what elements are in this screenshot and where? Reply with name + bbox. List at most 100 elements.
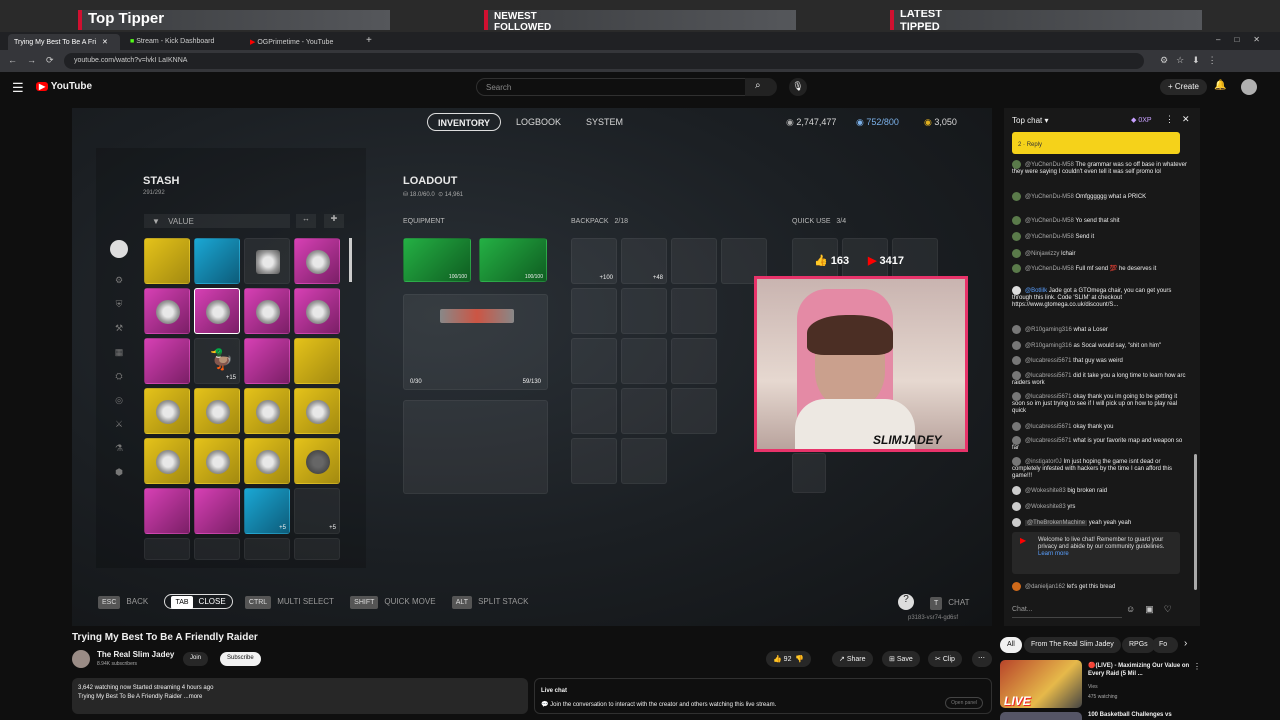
stash-slot[interactable] bbox=[294, 238, 340, 284]
stash-slot[interactable] bbox=[294, 388, 340, 434]
backpack-slot[interactable] bbox=[671, 338, 717, 384]
search-input[interactable]: Search bbox=[476, 78, 776, 96]
grid-category-icon[interactable] bbox=[110, 240, 128, 258]
chat-message[interactable]: @YuChenDu-M58 The grammar was so off bas… bbox=[1012, 160, 1188, 176]
stash-slot[interactable] bbox=[194, 388, 240, 434]
backpack-slot[interactable] bbox=[671, 288, 717, 334]
stash-slot[interactable] bbox=[244, 438, 290, 484]
chat-message[interactable]: @Botlilk Jade got a GTOmega chair, you c… bbox=[1012, 286, 1188, 309]
save-button[interactable]: ⊞ Save bbox=[882, 651, 920, 667]
channel-avatar[interactable] bbox=[72, 650, 90, 668]
equipment-slot-shield[interactable]: 100/100 bbox=[479, 238, 547, 282]
collapse-button[interactable]: ↔ bbox=[296, 214, 316, 228]
stash-slot[interactable] bbox=[144, 238, 190, 284]
join-button[interactable]: Join bbox=[183, 652, 209, 666]
weapon-slot-1[interactable]: 0/30 59/130 bbox=[403, 294, 548, 390]
video-player[interactable]: INVENTORY LOGBOOK SYSTEM ◉ 2,747,477 ◉ 7… bbox=[72, 108, 992, 626]
chat-actions[interactable]: ☺▣♡ bbox=[1126, 604, 1182, 615]
backpack-slot[interactable] bbox=[571, 388, 617, 434]
chat-message[interactable]: @TheBrokenMachine yeah yeah yeah bbox=[1012, 518, 1188, 527]
close-button[interactable]: TAB CLOSE bbox=[164, 594, 233, 609]
weapon-slot-2[interactable] bbox=[403, 400, 548, 494]
bell-icon[interactable]: 🔔 bbox=[1214, 80, 1226, 91]
points-badge[interactable]: ◆ 0XP bbox=[1131, 116, 1152, 124]
stash-slot[interactable] bbox=[244, 238, 290, 284]
stash-slot[interactable] bbox=[194, 538, 240, 560]
stash-slot[interactable] bbox=[144, 388, 190, 434]
browser-tab-1[interactable]: Trying My Best To Be A Fri ✕ bbox=[8, 34, 120, 50]
stash-slot[interactable] bbox=[244, 288, 290, 334]
chat-message[interactable]: @YuChenDu-M58 Omfgggggg what a PRICK bbox=[1012, 192, 1188, 201]
chat-message[interactable]: @YuChenDu-M58 Full mf send 💯 he deserves… bbox=[1012, 264, 1188, 273]
chat-message[interactable]: @Wokeshite83 yrs bbox=[1012, 502, 1188, 511]
chat-control[interactable]: T CHAT bbox=[930, 597, 969, 610]
chat-input[interactable]: Chat... bbox=[1012, 604, 1122, 618]
stash-slot[interactable] bbox=[294, 288, 340, 334]
menu-icon[interactable]: ☰ bbox=[12, 80, 24, 96]
browser-tab-3[interactable]: ▶ OGPrimetime - YouTube bbox=[244, 34, 360, 50]
chat-menu-icon[interactable]: ⋮ bbox=[1165, 114, 1174, 125]
stash-slot[interactable] bbox=[144, 288, 190, 334]
expand-button[interactable]: ✚ bbox=[324, 214, 344, 228]
chip-all[interactable]: All bbox=[1000, 637, 1022, 653]
backpack-slot[interactable]: +100 bbox=[571, 238, 617, 284]
backpack-slot[interactable] bbox=[571, 338, 617, 384]
chat-message[interactable]: @lucabressi5671 that guy was weird bbox=[1012, 356, 1188, 365]
chat-message[interactable]: @instigator0J Im just hoping the game is… bbox=[1012, 457, 1188, 480]
stash-slot[interactable] bbox=[144, 438, 190, 484]
chat-message[interactable]: @YuChenDu-M58 Send it bbox=[1012, 232, 1188, 241]
new-tab-icon[interactable]: + bbox=[366, 35, 372, 46]
chip-rpgs[interactable]: RPGs bbox=[1122, 637, 1155, 653]
safe-pocket-slot[interactable] bbox=[792, 453, 826, 493]
share-button[interactable]: ↗ Share bbox=[832, 651, 873, 667]
nav-arrows-icon[interactable]: ←→⟳ bbox=[8, 55, 64, 66]
chip-more[interactable]: Fo bbox=[1152, 637, 1178, 653]
chat-message[interactable]: @YuChenDu-M58 Yo send that shit bbox=[1012, 216, 1188, 225]
sort-dropdown[interactable]: ▼ VALUE bbox=[144, 214, 290, 228]
create-button[interactable]: + Create bbox=[1160, 79, 1207, 95]
stash-slot[interactable] bbox=[144, 338, 190, 384]
avatar[interactable] bbox=[1241, 79, 1257, 95]
chat-message[interactable]: @Ninjawizzy lchair bbox=[1012, 249, 1188, 258]
stash-slot[interactable]: 🦆 +15 bbox=[194, 338, 240, 384]
channel-name[interactable]: The Real Slim Jadey bbox=[97, 650, 174, 659]
mic-icon[interactable]: 🎙 bbox=[789, 78, 807, 96]
search-button[interactable]: ⌕ bbox=[745, 78, 777, 96]
stash-slot[interactable] bbox=[244, 388, 290, 434]
backpack-slot[interactable] bbox=[621, 288, 667, 334]
stash-slot[interactable] bbox=[194, 488, 240, 534]
tab-inventory[interactable]: INVENTORY bbox=[427, 113, 502, 131]
stash-slot[interactable] bbox=[294, 338, 340, 384]
stash-slot[interactable] bbox=[294, 438, 340, 484]
like-button[interactable]: 👍 92 👎 bbox=[766, 651, 812, 667]
open-panel-button[interactable]: Open panel bbox=[945, 697, 983, 709]
stash-slot[interactable]: +5 bbox=[244, 488, 290, 534]
backpack-slot[interactable] bbox=[671, 238, 717, 284]
stash-slot[interactable] bbox=[194, 288, 240, 334]
chat-message[interactable]: @lucabressi5671 did it take you a long t… bbox=[1012, 371, 1188, 387]
stash-slot[interactable] bbox=[194, 438, 240, 484]
chevron-right-icon[interactable]: › bbox=[1184, 638, 1187, 649]
backpack-slot[interactable] bbox=[621, 388, 667, 434]
chat-message[interactable]: @lucabressi5671 okay thank you im going … bbox=[1012, 392, 1188, 415]
url-field[interactable]: youtube.com/watch?v=lvkI LaIKNNA bbox=[64, 53, 1144, 69]
category-icons[interactable]: ⚙ ⛨ ⚒ ▦ ⛭ ◎ ⚔ ⚗ ⬢ bbox=[112, 268, 126, 484]
stash-slot[interactable] bbox=[294, 538, 340, 560]
stash-slot[interactable] bbox=[144, 488, 190, 534]
more-actions-icon[interactable]: ⋯ bbox=[972, 651, 992, 667]
chip-channel[interactable]: From The Real Slim Jadey bbox=[1024, 637, 1121, 653]
browser-tab-2[interactable]: ■ Stream - Kick Dashboard bbox=[124, 34, 240, 50]
tab-logbook[interactable]: LOGBOOK bbox=[516, 117, 561, 127]
chat-scrollbar[interactable] bbox=[1194, 454, 1197, 590]
backpack-slot[interactable] bbox=[571, 438, 617, 484]
close-icon[interactable]: ✕ bbox=[1182, 114, 1190, 125]
chat-message[interactable]: @R10gaming316 what a Loser bbox=[1012, 325, 1188, 334]
recommended-title[interactable]: 🔴(LIVE) - Maximizing Our Value on Every … bbox=[1088, 662, 1192, 678]
backpack-slot[interactable]: +48 bbox=[621, 238, 667, 284]
recommended-title[interactable]: 100 Basketball Challenges vs bbox=[1088, 712, 1172, 718]
stash-slot[interactable]: +5 bbox=[294, 488, 340, 534]
stash-slot[interactable] bbox=[244, 338, 290, 384]
chat-message[interactable]: @Wokeshite83 big broken raid bbox=[1012, 486, 1188, 495]
close-icon[interactable]: ✕ bbox=[102, 39, 108, 46]
backpack-slot[interactable] bbox=[621, 338, 667, 384]
